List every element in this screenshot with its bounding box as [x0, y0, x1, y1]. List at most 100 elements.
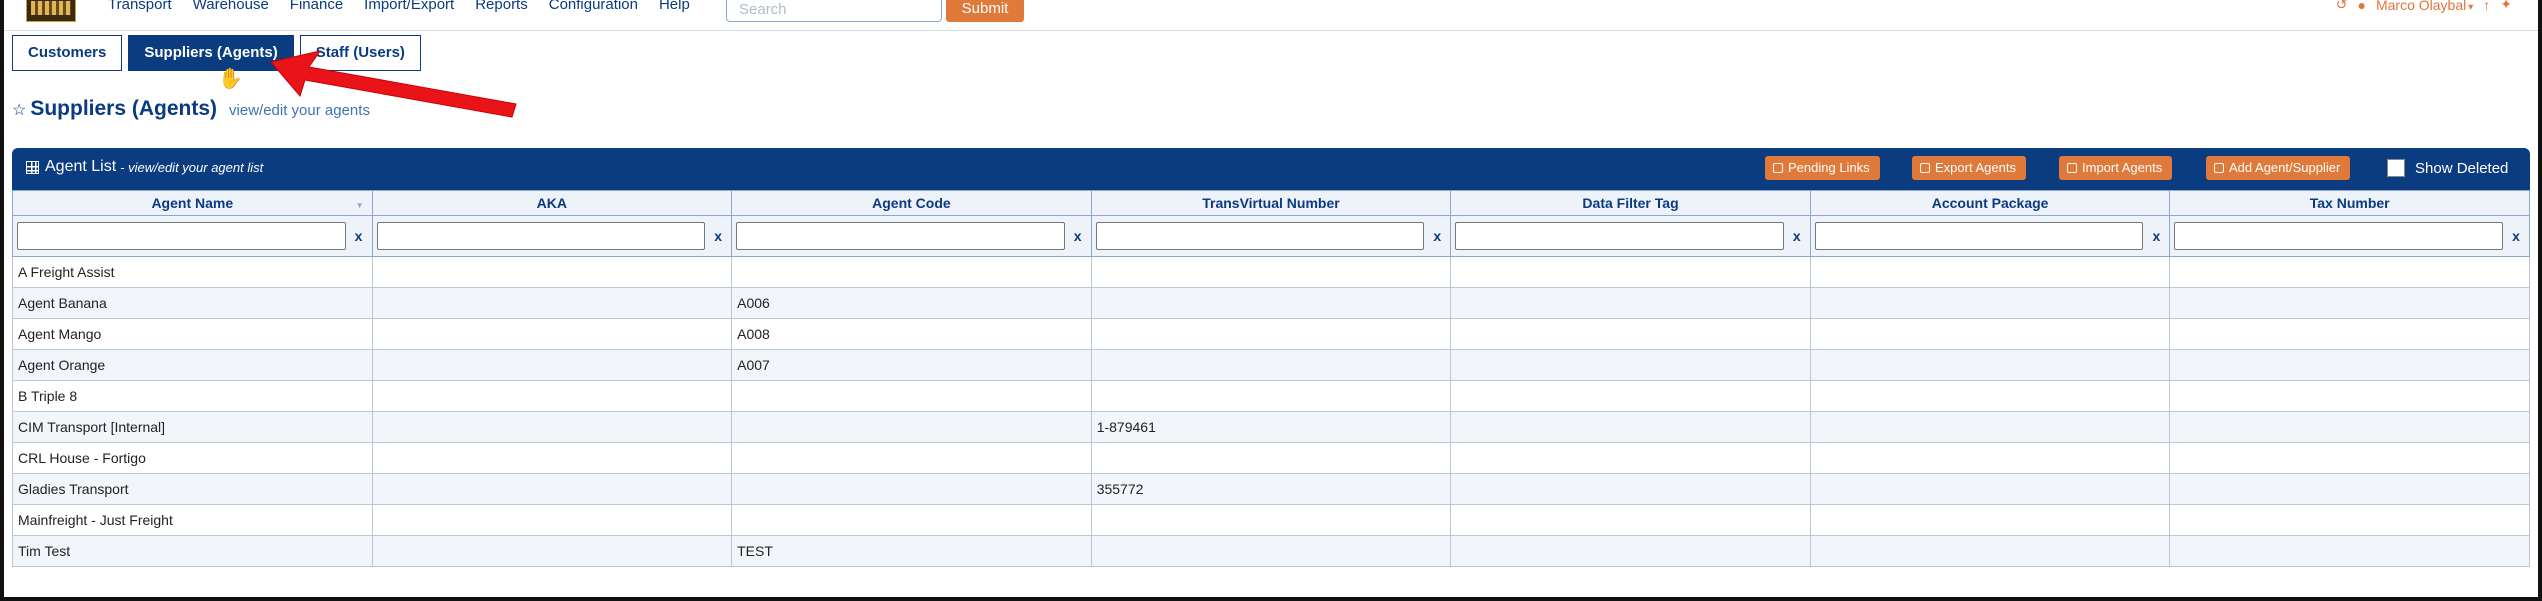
table-row[interactable]: CIM Transport [Internal] 1-879461 — [12, 411, 2530, 443]
sort-icon[interactable]: ▼ — [356, 201, 364, 210]
star-icon[interactable]: ☆ — [12, 100, 26, 120]
filter-cell: x — [1809, 215, 2171, 257]
column-header-label: Tax Number — [2309, 195, 2390, 211]
user-menu[interactable]: Marco Olaybal ▾ — [2376, 0, 2473, 13]
filter-wrapper: x — [1814, 222, 2166, 250]
show-deleted-checkbox[interactable] — [2387, 159, 2405, 177]
column-header[interactable]: AKA — [371, 190, 733, 216]
pending-links-button[interactable]: Pending Links — [1765, 156, 1880, 180]
history-icon[interactable]: ↺ — [2336, 0, 2348, 13]
table-row[interactable]: Gladies Transport 355772 — [12, 473, 2530, 505]
upload-icon — [2067, 163, 2077, 173]
column-filter-input[interactable] — [1814, 222, 2144, 250]
table-row[interactable]: CRL House - Fortigo — [12, 442, 2530, 474]
table-cell — [731, 504, 1092, 536]
table-cell — [731, 256, 1092, 288]
column-header[interactable]: Agent Code — [731, 190, 1092, 216]
submit-button[interactable]: Submit — [946, 0, 1024, 22]
table-cell — [1809, 256, 2171, 288]
tab-staff-users[interactable]: Staff (Users) — [299, 35, 421, 71]
table-cell — [1450, 411, 1811, 443]
column-header[interactable]: Tax Number — [2169, 190, 2530, 216]
table-cell — [1090, 442, 1452, 474]
table-cell — [731, 473, 1092, 505]
clear-filter-button[interactable]: x — [2147, 228, 2165, 244]
table-cell — [1090, 535, 1452, 567]
nav-transport[interactable]: Transport — [108, 0, 172, 13]
column-filter-input[interactable] — [2174, 222, 2503, 250]
table-cell — [1809, 535, 2171, 567]
clear-filter-button[interactable]: x — [1428, 228, 1446, 244]
table-row[interactable]: Agent Banana A006 — [12, 287, 2530, 319]
table-cell — [1090, 318, 1452, 350]
table-cell — [2169, 473, 2530, 505]
table-cell — [2169, 349, 2530, 381]
table-cell — [1809, 318, 2171, 350]
table-cell — [2169, 256, 2530, 288]
column-filter-input[interactable] — [376, 222, 706, 250]
filter-cell: x — [2169, 215, 2530, 257]
filter-wrapper: x — [376, 222, 728, 250]
company-logo[interactable] — [26, 0, 76, 22]
table-cell: A006 — [731, 287, 1092, 319]
clear-filter-button[interactable]: x — [1788, 228, 1806, 244]
clear-filter-button[interactable]: x — [350, 228, 368, 244]
table-cell: TEST — [731, 535, 1092, 567]
table-row[interactable]: B Triple 8 — [12, 380, 2530, 412]
table-cell — [371, 380, 733, 412]
tab-bar: Customers Suppliers (Agents) Staff (User… — [12, 35, 421, 71]
nav-warehouse[interactable]: Warehouse — [193, 0, 269, 13]
clear-filter-button[interactable]: x — [1069, 228, 1087, 244]
table-cell — [1450, 256, 1811, 288]
hand-cursor-icon: ✋ — [218, 68, 243, 90]
user-area: ↺ ● Marco Olaybal ▾ ↑ ✦ — [2336, 0, 2512, 13]
panel-subtitle: - view/edit your agent list — [120, 159, 264, 175]
show-deleted-toggle[interactable]: Show Deleted — [2387, 159, 2508, 177]
table-cell — [2169, 287, 2530, 319]
nav-help[interactable]: Help — [659, 0, 690, 13]
nav-configuration[interactable]: Configuration — [549, 0, 638, 13]
table-cell — [1809, 442, 2171, 474]
search-input[interactable]: Search — [726, 0, 942, 22]
table-row[interactable]: Mainfreight - Just Freight — [12, 504, 2530, 536]
table-cell: A007 — [731, 349, 1092, 381]
tab-customers[interactable]: Customers — [12, 35, 123, 71]
table-cell — [371, 442, 733, 474]
table-cell — [371, 473, 733, 505]
export-agents-button[interactable]: Export Agents — [1912, 156, 2026, 180]
table-cell — [371, 349, 733, 381]
filter-wrapper: x — [1095, 222, 1447, 250]
pending-links-label: Pending Links — [1788, 160, 1870, 175]
nav-finance[interactable]: Finance — [290, 0, 343, 13]
table-cell — [1450, 287, 1811, 319]
table-row[interactable]: A Freight Assist — [12, 256, 2530, 288]
nav-import-export[interactable]: Import/Export — [364, 0, 454, 13]
main-nav: Transport Warehouse Finance Import/Expor… — [108, 0, 711, 13]
table-cell — [371, 318, 733, 350]
caret-down-icon: ▾ — [2468, 1, 2474, 13]
add-agent-supplier-button[interactable]: Add Agent/Supplier — [2206, 156, 2351, 180]
show-deleted-label: Show Deleted — [2415, 159, 2509, 177]
page-title: Suppliers (Agents) — [30, 97, 218, 120]
table-row[interactable]: Agent Orange A007 — [12, 349, 2530, 381]
clear-filter-button[interactable]: x — [709, 228, 727, 244]
column-filter-input[interactable] — [736, 222, 1065, 250]
column-header[interactable]: TransVirtual Number — [1090, 190, 1452, 216]
column-header[interactable]: Account Package — [1809, 190, 2171, 216]
import-agents-button[interactable]: Import Agents — [2059, 156, 2173, 180]
upload-icon[interactable]: ↑ — [2483, 0, 2490, 13]
table-cell — [2169, 380, 2530, 412]
table-row[interactable]: Tim Test TEST — [12, 535, 2530, 567]
nav-reports[interactable]: Reports — [475, 0, 528, 13]
table-cell — [2169, 442, 2530, 474]
column-filter-input[interactable] — [17, 222, 346, 250]
tab-suppliers-agents[interactable]: Suppliers (Agents) — [128, 35, 294, 71]
page-heading: ☆ Suppliers (Agents) view/edit your agen… — [12, 97, 370, 121]
column-header[interactable]: Agent Name ▼ — [12, 190, 373, 216]
column-filter-input[interactable] — [1455, 222, 1784, 250]
column-filter-input[interactable] — [1095, 222, 1425, 250]
column-header[interactable]: Data Filter Tag — [1450, 190, 1811, 216]
table-row[interactable]: Agent Mango A008 — [12, 318, 2530, 350]
twitter-icon[interactable]: ✦ — [2500, 0, 2512, 13]
clear-filter-button[interactable]: x — [2507, 228, 2525, 244]
